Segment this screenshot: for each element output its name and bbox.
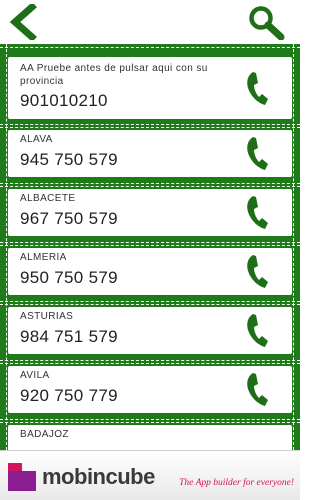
list-item-albacete[interactable]: ALBACETE 967 750 579 bbox=[8, 189, 292, 236]
top-bar bbox=[0, 0, 300, 44]
chevron-left-icon[interactable] bbox=[6, 4, 40, 40]
stitch-divider bbox=[0, 44, 300, 48]
list-item-asturias[interactable]: ASTURIAS 984 751 579 bbox=[8, 307, 292, 354]
contact-list[interactable]: AA Pruebe antes de pulsar aqui con su pr… bbox=[0, 44, 300, 450]
contact-number: 950 750 579 bbox=[20, 268, 118, 287]
search-icon[interactable] bbox=[246, 4, 286, 40]
list-item-aa-pruebe[interactable]: AA Pruebe antes de pulsar aqui con su pr… bbox=[8, 57, 292, 119]
list-item-badajoz[interactable]: BADAJOZ bbox=[8, 425, 292, 450]
brand-tagline: The App builder for everyone! bbox=[179, 478, 294, 488]
contact-name: ASTURIAS bbox=[20, 311, 74, 322]
contact-name: ALAVA bbox=[20, 134, 53, 145]
phone-icon[interactable] bbox=[244, 193, 278, 231]
phone-icon[interactable] bbox=[244, 370, 278, 408]
stitch-right bbox=[293, 44, 294, 450]
contact-name: AVILA bbox=[20, 370, 50, 381]
contact-name: BADAJOZ bbox=[20, 429, 69, 440]
contact-number: 945 750 579 bbox=[20, 150, 118, 169]
list-item-almeria[interactable]: ALMERIA 950 750 579 bbox=[8, 248, 292, 295]
stitch-divider bbox=[0, 183, 300, 187]
brand-name: mobincube bbox=[42, 464, 155, 489]
contact-number: 920 750 779 bbox=[20, 386, 118, 405]
list-item-alava[interactable]: ALAVA 945 750 579 bbox=[8, 130, 292, 177]
contact-name: ALMERIA bbox=[20, 252, 67, 263]
contact-name: AA Pruebe antes de pulsar aqui con su pr… bbox=[20, 63, 208, 87]
stitch-divider bbox=[0, 242, 300, 246]
phone-icon[interactable] bbox=[244, 311, 278, 349]
stitch-divider bbox=[0, 419, 300, 423]
list-item-avila[interactable]: AVILA 920 750 779 bbox=[8, 366, 292, 413]
contact-number: 967 750 579 bbox=[20, 209, 118, 228]
ad-banner[interactable]: mobincube The App builder for everyone! bbox=[0, 450, 300, 500]
stitch-divider bbox=[0, 301, 300, 305]
contact-name: ALBACETE bbox=[20, 193, 76, 204]
contact-number: 984 751 579 bbox=[20, 327, 118, 346]
contact-number: 901010210 bbox=[20, 91, 108, 110]
stitch-divider bbox=[0, 124, 300, 128]
phone-icon[interactable] bbox=[244, 134, 278, 172]
phone-icon[interactable] bbox=[244, 69, 278, 107]
mobincube-logo-icon bbox=[8, 463, 36, 491]
phone-icon[interactable] bbox=[244, 252, 278, 290]
stitch-divider bbox=[0, 360, 300, 364]
stitch-left bbox=[6, 44, 7, 450]
